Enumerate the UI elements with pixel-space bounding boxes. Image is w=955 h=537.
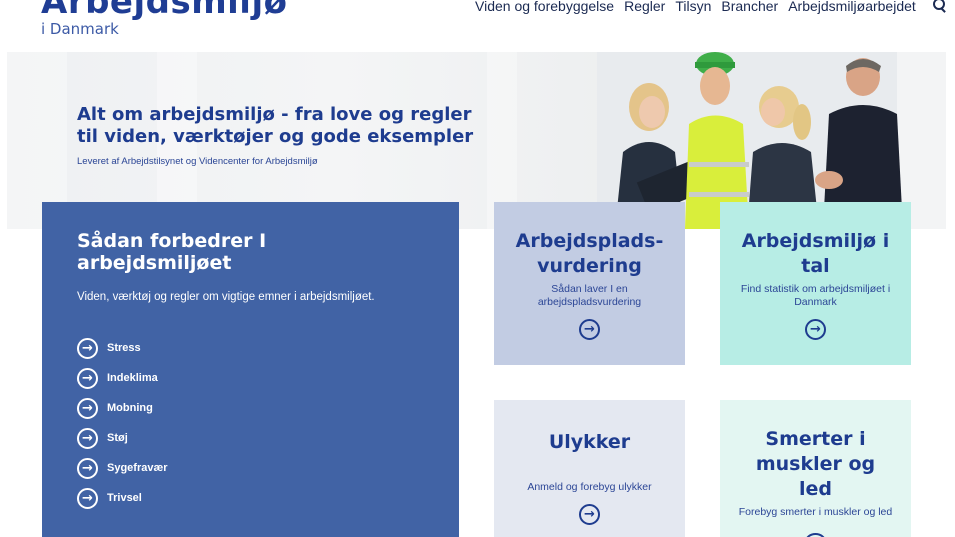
arrow-right-circle-icon: → [805, 533, 826, 537]
topic-link-sygefravaer[interactable]: → Sygefravær [77, 453, 424, 483]
topic-label: Stress [107, 342, 141, 354]
tile-text: Find statistik om arbejdsmiljøet i Danma… [740, 283, 891, 308]
topic-label: Støj [107, 432, 128, 444]
nav-arbejdsmiljoarbejdet[interactable]: Arbejdsmiljøarbejdet [788, 0, 916, 14]
search-icon[interactable] [932, 0, 948, 14]
topic-label: Indeklima [107, 372, 158, 384]
arrow-right-circle-icon: → [77, 337, 98, 359]
tile-text: Forebyg smerter i muskler og led [738, 506, 893, 518]
arrow-right-circle-icon: → [77, 457, 98, 479]
topics-card-lead: Viden, værktøj og regler om vigtige emne… [77, 291, 375, 303]
arrow-right-circle-icon: → [77, 487, 98, 509]
tile-arbejdsmiljo-i-tal[interactable]: Arbejdsmiljø i tal Find statistik om arb… [720, 202, 911, 365]
topic-link-mobning[interactable]: → Mobning [77, 393, 424, 423]
main-navigation: Viden og forebyggelse Regler Tilsyn Bran… [475, 0, 948, 14]
hero-subtitle: Leveret af Arbejdstilsynet og Videncente… [77, 156, 318, 167]
topic-label: Trivsel [107, 492, 142, 504]
nav-tilsyn[interactable]: Tilsyn [675, 0, 711, 14]
nav-regler[interactable]: Regler [624, 0, 665, 14]
tile-text: Sådan laver I en arbejdspladsvurdering [537, 283, 642, 308]
logo-subtitle: i Danmark [41, 20, 119, 38]
tile-title: Smerter i muskler og led [755, 428, 876, 500]
site-logo[interactable]: Arbejdsmiljø i Danmark [41, 0, 287, 38]
topics-list: → Stress → Indeklima → Mobning → Støj → … [77, 333, 424, 513]
arrow-right-circle-icon: → [77, 427, 98, 449]
topic-link-stress[interactable]: → Stress [77, 333, 424, 363]
topics-card-title: Sådan forbedrer I arbejdsmiljøet [77, 230, 267, 274]
topics-card: Sådan forbedrer I arbejdsmiljøet Viden, … [42, 202, 459, 537]
topic-link-trivsel[interactable]: → Trivsel [77, 483, 424, 513]
nav-brancher[interactable]: Brancher [721, 0, 778, 14]
arrow-right-circle-icon: → [77, 367, 98, 389]
arrow-right-circle-icon: → [579, 504, 600, 525]
tile-arbejdspladsvurdering[interactable]: Arbejdsplads-vurdering Sådan laver I en … [494, 202, 685, 365]
topic-link-stoj[interactable]: → Støj [77, 423, 424, 453]
tile-title: Arbejdsmiljø i tal [741, 230, 890, 277]
topic-label: Sygefravær [107, 462, 168, 474]
arrow-right-circle-icon: → [77, 397, 98, 419]
hero-title: Alt om arbejdsmiljø - fra love og regler… [77, 104, 474, 147]
arrow-right-circle-icon: → [579, 319, 600, 340]
arrow-right-circle-icon: → [805, 319, 826, 340]
tile-smerter-i-muskler-og-led[interactable]: Smerter i muskler og led Forebyg smerter… [720, 400, 911, 537]
nav-viden-og-forebyggelse[interactable]: Viden og forebyggelse [475, 0, 614, 14]
tile-text: Anmeld og forebyg ulykker [527, 481, 652, 493]
topic-label: Mobning [107, 402, 153, 414]
tile-title: Arbejdsplads-vurdering [515, 230, 664, 277]
logo-title: Arbejdsmiljø [41, 0, 288, 22]
tile-title: Ulykker [548, 431, 631, 453]
topic-link-indeklima[interactable]: → Indeklima [77, 363, 424, 393]
tile-ulykker[interactable]: Ulykker Anmeld og forebyg ulykker → [494, 400, 685, 537]
